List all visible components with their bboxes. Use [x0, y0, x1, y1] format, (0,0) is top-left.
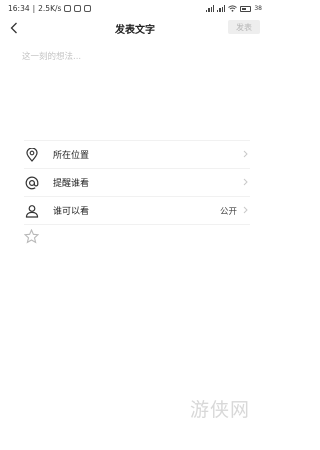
- post-text-input[interactable]: 这一刻的想法...: [22, 50, 81, 62]
- option-visibility[interactable]: 谁可以看 公开: [24, 196, 250, 224]
- app-icon: [84, 5, 92, 12]
- location-pin-icon: [26, 147, 38, 162]
- battery-icon: [240, 5, 252, 12]
- option-location[interactable]: 所在位置: [24, 140, 250, 168]
- post-options-list: 所在位置 提醒谁看 谁可以看 公开: [23, 140, 250, 252]
- battery-level: 38: [254, 5, 262, 12]
- header: 发表文字 发表: [0, 17, 270, 39]
- visibility-value: 公开: [219, 206, 237, 217]
- status-bar: 16:34 | 2.5K/s 38: [8, 4, 262, 13]
- user-icon: [25, 204, 39, 218]
- star-outline-icon: [23, 228, 40, 244]
- wifi-icon: [228, 5, 238, 12]
- signal-2-icon: [217, 5, 226, 12]
- option-star[interactable]: [23, 224, 250, 252]
- option-mention[interactable]: 提醒谁看: [24, 168, 250, 196]
- status-net-speed: 2.5K/s: [38, 4, 62, 13]
- option-mention-label: 提醒谁看: [53, 179, 90, 189]
- publish-button[interactable]: 发表: [228, 20, 260, 34]
- signal-icon: [205, 5, 215, 12]
- notification-icon: [64, 5, 72, 12]
- at-sign-icon: [25, 176, 39, 189]
- alarm-icon: [74, 5, 82, 12]
- chevron-right-icon: [243, 150, 248, 158]
- status-time: 16:34: [8, 4, 30, 13]
- chevron-right-icon: [243, 178, 248, 186]
- chevron-right-icon: [243, 206, 248, 214]
- option-location-label: 所在位置: [53, 151, 90, 161]
- option-visibility-label: 谁可以看: [53, 207, 90, 217]
- watermark-logo: 游侠网: [190, 399, 251, 421]
